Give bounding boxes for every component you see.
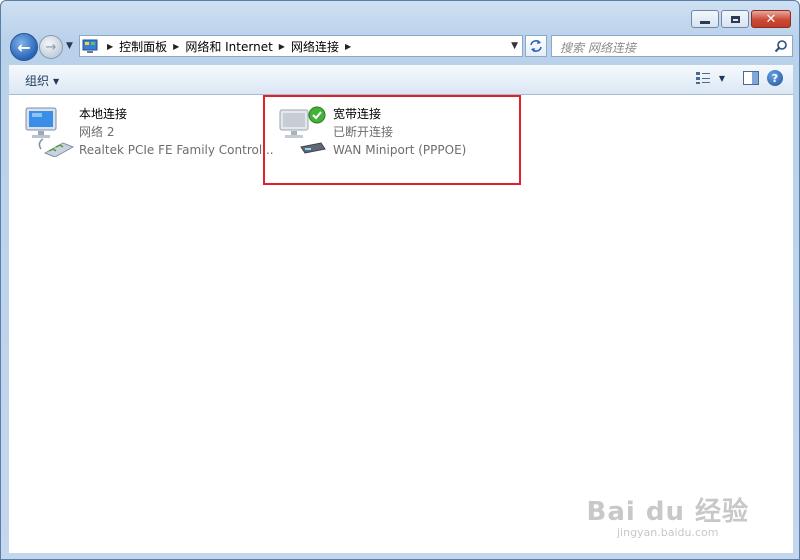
navigation-bar: ← → ▼ ▶ 控制面板 ▶ 网络和 Internet ▶ 网络连接 ▶ ▼ 搜… [9, 32, 793, 62]
breadcrumb-network-internet[interactable]: 网络和 Internet [185, 38, 272, 55]
window-caption-buttons: ✕ [691, 10, 791, 28]
preview-pane-icon[interactable] [743, 71, 759, 85]
broadband-connection-icon [277, 105, 329, 157]
watermark-logo: Bai du 经验 [586, 497, 749, 527]
connection-name: 本地连接 [79, 107, 128, 121]
help-icon[interactable]: ? [767, 70, 783, 86]
connection-device: WAN Miniport (PPPOE) [333, 143, 467, 157]
explorer-window: ✕ ← → ▼ ▶ 控制面板 ▶ 网络和 Internet ▶ 网络连接 ▶ ▼ [0, 0, 800, 560]
address-dropdown-icon[interactable]: ▼ [511, 41, 518, 51]
chevron-down-icon: ▼ [53, 77, 60, 86]
connection-status: 网络 2 [79, 125, 115, 139]
search-input[interactable]: 搜索 网络连接 [560, 39, 636, 56]
organize-label: 组织 [25, 74, 50, 88]
breadcrumb-control-panel[interactable]: 控制面板 [119, 38, 167, 55]
minimize-icon [700, 20, 710, 24]
arrow-left-icon: ← [17, 37, 31, 57]
address-bar[interactable]: ▶ 控制面板 ▶ 网络和 Internet ▶ 网络连接 ▶ ▼ [79, 35, 523, 57]
baidu-watermark: Bai du 经验 jingyan.baidu.com [587, 491, 750, 539]
view-options-dropdown[interactable]: ▼ [719, 74, 725, 83]
item-details: 宽带连接 已断开连接 WAN Miniport (PPPOE) [333, 105, 466, 159]
command-bar: 组织 ▼ ▼ ? [9, 65, 793, 95]
breadcrumb-separator-icon[interactable]: ▶ [107, 42, 113, 51]
back-button[interactable]: ← [10, 33, 38, 61]
control-panel-icon [82, 38, 98, 54]
refresh-icon [530, 40, 542, 52]
list-item-local-connection[interactable]: 本地连接 网络 2 Realtek PCIe FE Family Control… [23, 105, 274, 159]
maximize-button[interactable] [721, 10, 749, 28]
list-item-broadband-connection[interactable]: 宽带连接 已断开连接 WAN Miniport (PPPOE) [277, 105, 466, 159]
close-button[interactable]: ✕ [751, 10, 791, 28]
change-view-icon[interactable] [695, 71, 711, 85]
breadcrumb-separator-icon[interactable]: ▶ [345, 42, 351, 51]
arrow-right-icon: → [45, 39, 57, 55]
connection-status: 已断开连接 [333, 125, 394, 139]
network-adapter-icon [23, 105, 75, 158]
search-icon[interactable] [774, 39, 788, 53]
item-details: 本地连接 网络 2 Realtek PCIe FE Family Control… [79, 105, 274, 159]
organize-menu[interactable]: 组织 ▼ [25, 72, 59, 89]
refresh-button[interactable] [525, 35, 547, 57]
minimize-button[interactable] [691, 10, 719, 28]
connections-list: 本地连接 网络 2 Realtek PCIe FE Family Control… [9, 95, 793, 553]
forward-button[interactable]: → [39, 35, 63, 59]
breadcrumb-network-connections[interactable]: 网络连接 [291, 38, 339, 55]
breadcrumb-separator-icon[interactable]: ▶ [279, 42, 285, 51]
breadcrumb-separator-icon[interactable]: ▶ [173, 42, 179, 51]
recent-pages-dropdown[interactable]: ▼ [66, 41, 73, 51]
connection-device: Realtek PCIe FE Family Control... [79, 143, 274, 157]
maximize-icon [730, 15, 740, 23]
search-box[interactable]: 搜索 网络连接 [551, 35, 793, 57]
connection-name: 宽带连接 [333, 107, 382, 121]
command-bar-right: ▼ ? [695, 70, 783, 86]
close-icon: ✕ [765, 11, 777, 27]
